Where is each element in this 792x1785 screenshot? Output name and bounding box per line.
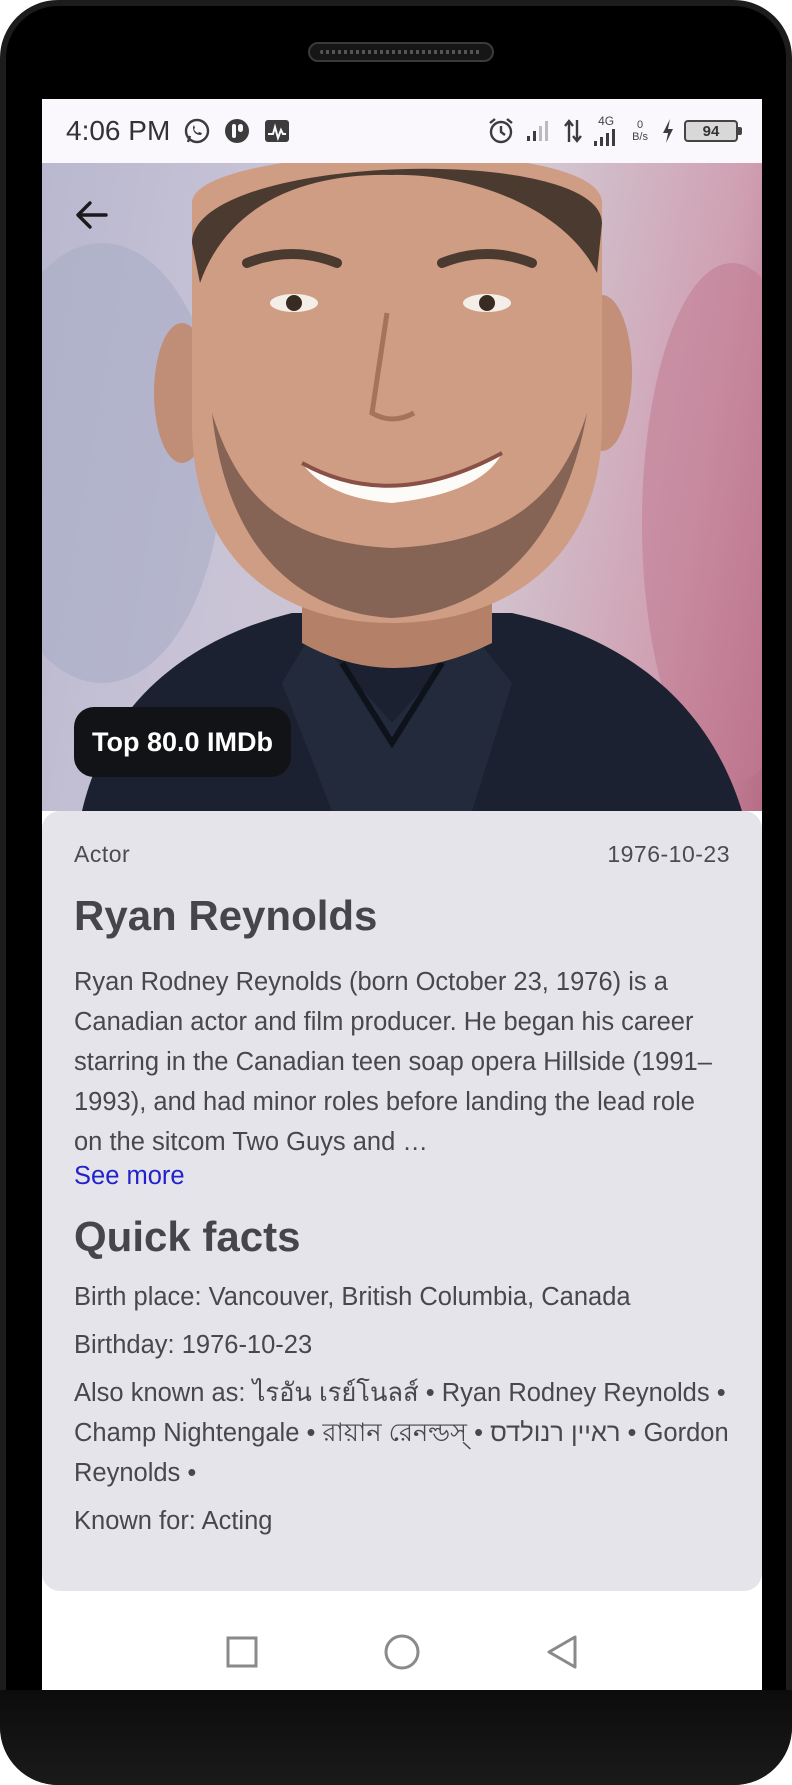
phone-chin (0, 1690, 792, 1785)
net-speed-value: 0 (636, 119, 644, 131)
biography-text: Ryan Rodney Reynolds (born October 23, 1… (74, 968, 712, 1156)
person-name: Ryan Reynolds (74, 892, 378, 939)
home-circle-icon (384, 1634, 420, 1670)
navigation-bar (42, 1605, 762, 1699)
quick-facts-title: Quick facts (74, 1213, 301, 1260)
profile-photo: Top 80.0 IMDb (42, 163, 762, 811)
see-more-link[interactable]: See more (74, 1162, 185, 1191)
net-speed-icon: 0 B/s (632, 119, 648, 143)
screen: 4:06 PM 4G 0 B/s 94 Top 80.0 IMDb Actor … (42, 99, 762, 1699)
back-button[interactable] (68, 191, 116, 239)
activity-app-icon (262, 116, 292, 146)
recents-square-icon (226, 1636, 258, 1668)
phone-frame: 4:06 PM 4G 0 B/s 94 Top 80.0 IMDb Actor … (0, 0, 792, 1785)
back-triangle-icon (547, 1635, 577, 1669)
signal-icon (524, 116, 554, 146)
fact-also-known-as: Also known as: ไรอัน เรย์โนลส์ • Ryan Ro… (74, 1379, 729, 1487)
data-arrows-icon (562, 116, 584, 146)
network-type-label: 4G (598, 114, 615, 128)
arrow-left-icon (76, 201, 108, 229)
recents-button[interactable] (218, 1628, 266, 1676)
status-right-icons: 4G 0 B/s 94 (486, 115, 742, 147)
home-button[interactable] (378, 1628, 426, 1676)
status-bar: 4:06 PM 4G 0 B/s 94 (42, 99, 762, 163)
fact-birthday: Birthday: 1976-10-23 (74, 1331, 313, 1359)
status-left-icons (182, 116, 292, 146)
imdb-badge: Top 80.0 IMDb (74, 707, 292, 777)
battery-level: 94 (702, 122, 720, 140)
fact-birth-place: Birth place: Vancouver, British Columbia… (74, 1283, 631, 1311)
system-back-button[interactable] (538, 1628, 586, 1676)
battery-icon: 94 (684, 120, 742, 142)
podcast-app-icon (222, 116, 252, 146)
phone-speaker (308, 42, 494, 62)
whatsapp-icon (182, 116, 212, 146)
person-info-card: Actor 1976-10-23 Ryan Reynolds Ryan Rodn… (42, 811, 762, 1591)
role-label: Actor (74, 841, 131, 867)
card-header-row: Actor 1976-10-23 (74, 841, 730, 868)
fact-known-for: Known for: Acting (74, 1507, 273, 1535)
signal-4g-icon: 4G (592, 115, 620, 147)
charging-icon (660, 117, 676, 145)
birth-date-label: 1976-10-23 (607, 841, 730, 867)
status-time: 4:06 PM (66, 115, 171, 146)
net-speed-unit: B/s (632, 131, 648, 143)
alarm-icon (486, 116, 516, 146)
